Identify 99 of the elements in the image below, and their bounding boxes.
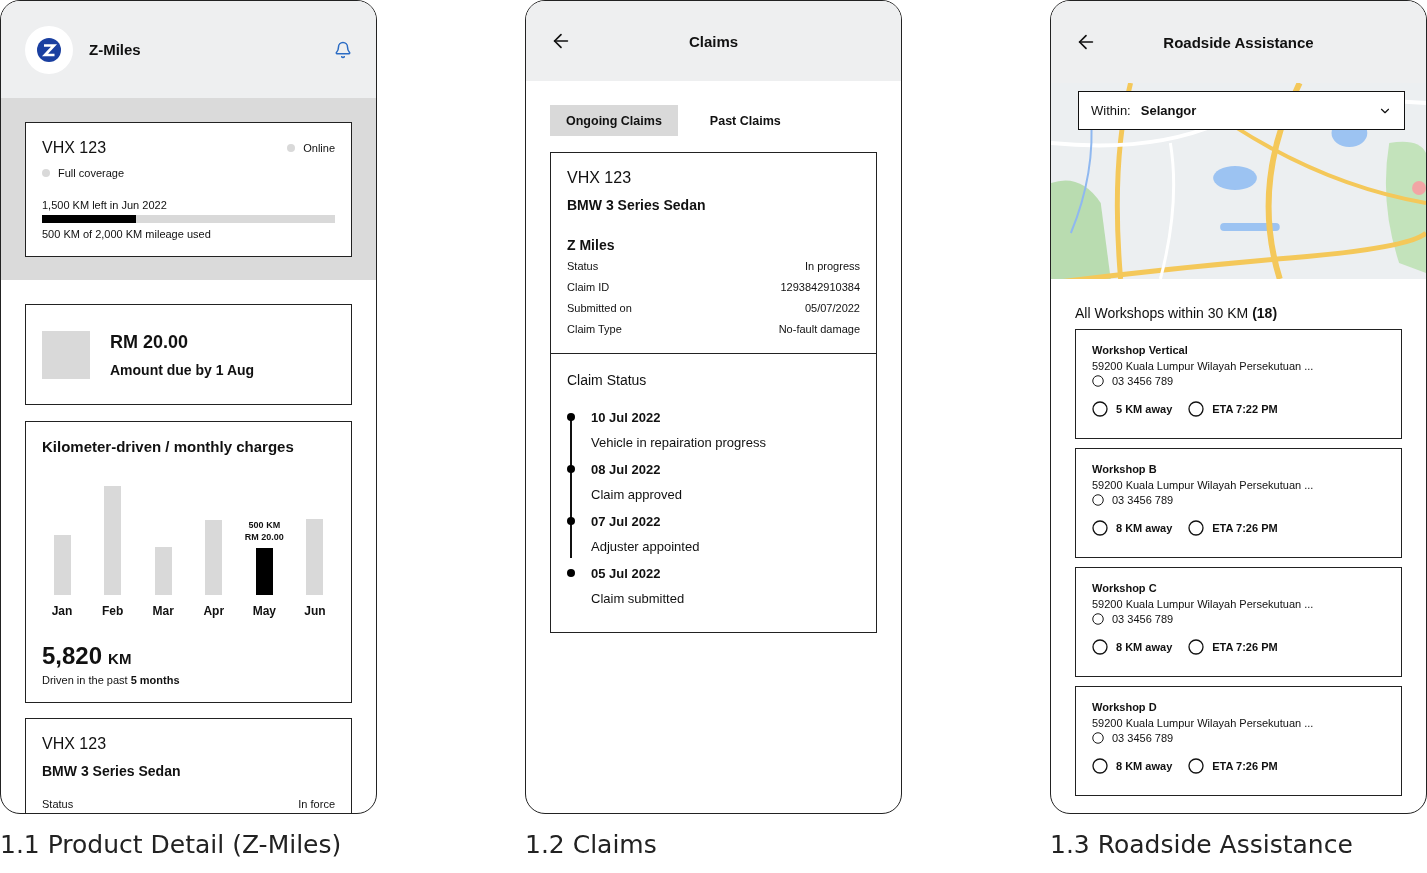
month-label: Apr [203,604,225,618]
month-label: Mar [152,604,174,618]
workshop-card[interactable]: Workshop B 59200 Kuala Lumpur Wilayah Persekutuan ... 03 3456 789 8 KM away ETA 7:26 PM [1075,448,1402,558]
section-title: Claim Status [567,372,648,388]
info-value: In progress [804,259,860,272]
phone-number: 03 3456 789 [1112,732,1174,744]
mileage-used: 500 KM of 2,000 KM mileage used [42,228,212,240]
product-name: Z Miles [567,237,616,253]
circle-icon [1092,613,1104,625]
plate-number: VHX 123 [42,139,107,157]
month-label: May [252,604,277,618]
circle-icon [1188,639,1205,655]
eta-text: ETA 7:26 PM [1212,641,1278,653]
info-value: In force [298,797,335,810]
distance-note: Driven in the past 5 months [42,674,181,686]
workshop-address: 59200 Kuala Lumpur Wilayah Persekutuan ... [1092,479,1315,491]
phone-number: 03 3456 789 [1112,375,1174,387]
workshop-address: 59200 Kuala Lumpur Wilayah Persekutuan ... [1092,360,1315,372]
eta-text: ETA 7:26 PM [1212,760,1278,772]
workshop-address: 59200 Kuala Lumpur Wilayah Persekutuan ... [1092,598,1315,610]
workshop-card[interactable]: Workshop D 59200 Kuala Lumpur Wilayah Persekutuan ... 03 3456 789 8 KM away ETA 7:26 PM [1075,686,1402,796]
info-label: Submitted on [567,301,632,314]
tab[interactable]: Past Claims [693,105,797,136]
event-text: Vehicle in repairation progress [591,435,767,450]
event-date: 10 Jul 2022 [591,410,662,425]
info-value: 05/07/2022 [804,301,860,314]
car-model: BMW 3 Series Sedan [567,197,707,213]
workshop-name: Workshop C [1092,582,1158,594]
mileage-left: 1,500 KM left in Jun 2022 [42,199,168,211]
notification-icon[interactable] [334,40,352,59]
due-date: Amount due by 1 Aug [110,361,255,378]
eta-text: ETA 7:26 PM [1212,522,1278,534]
timeline-dot [567,465,575,473]
circle-icon [1092,401,1108,417]
car-model: BMW 3 Series Sedan [42,763,182,779]
distance-text: 8 KM away [1116,760,1173,772]
workshop-name: Workshop D [1092,701,1158,713]
phone-number: 03 3456 789 [1112,613,1174,625]
event-text: Adjuster appointed [591,539,701,554]
circle-icon [1188,520,1205,536]
distance-text: 5 KM away [1116,403,1173,415]
location-dropdown[interactable]: Within: Selangor [1078,91,1405,130]
circle-icon [1092,639,1108,655]
chart-bar[interactable] [255,548,273,595]
plate-number: VHX 123 [567,169,633,187]
circle-icon [1092,494,1104,506]
circle-icon [1188,401,1205,417]
info-label: Status [567,259,599,272]
tab[interactable]: Ongoing Claims [550,105,678,136]
timeline-dot [567,413,575,421]
timeline-dot [567,569,575,577]
status-dot [42,169,50,177]
bar-value-label: 500 KM [248,519,281,531]
screen-caption: 1.1 Product Detail (Z-Miles) [0,829,342,861]
phone-number: 03 3456 789 [1112,494,1174,506]
workshop-name: Workshop B [1092,463,1158,475]
info-label: Claim ID [567,280,610,293]
plate-number: VHX 123 [42,735,108,753]
circle-icon [1092,375,1104,387]
event-text: Claim approved [591,487,684,502]
coverage-text: Full coverage [58,167,125,179]
screen-caption: 1.2 Claims [525,829,657,861]
status-text: Online [303,142,335,154]
status-dot [287,144,296,152]
event-date: 08 Jul 2022 [591,462,662,477]
workshop-name: Workshop Vertical [1092,344,1189,356]
app-title: Z-Miles [89,41,141,58]
month-label: Feb [101,604,124,618]
circle-icon [1092,758,1108,774]
event-date: 07 Jul 2022 [591,514,662,529]
info-label: Status [42,797,74,810]
bar-value-label: RM 20.00 [244,531,284,543]
screen-title: Roadside Assistance [1163,33,1314,51]
image-placeholder [42,330,90,379]
event-text: Claim submitted [591,591,686,606]
info-value: No-fault damage [778,322,860,335]
workshop-card[interactable]: Workshop Vertical 59200 Kuala Lumpur Wilayah Persekutuan ... 03 3456 789 5 KM away ETA 7:22 PM [1075,329,1402,439]
event-date: 05 Jul 2022 [591,566,662,581]
circle-icon [1092,520,1108,536]
distance-text: 8 KM away [1116,641,1173,653]
workshop-card[interactable]: Workshop C 59200 Kuala Lumpur Wilayah Persekutuan ... 03 3456 789 8 KM away ETA 7:26 PM [1075,567,1402,677]
screen-title: Claims [688,32,739,50]
month-label: Jan [51,604,73,618]
total-distance: 5,820 [42,642,103,670]
distance-text: 8 KM away [1116,522,1173,534]
distance-unit: KM [108,650,132,667]
month-label: Jun [304,604,326,618]
eta-text: ETA 7:22 PM [1212,403,1278,415]
screen-caption: 1.3 Roadside Assistance [1050,829,1353,861]
timeline-dot [567,517,575,525]
logo [25,25,73,74]
chart-title: Kilometer-driven / monthly charges [42,438,295,455]
workshop-address: 59200 Kuala Lumpur Wilayah Persekutuan ... [1092,717,1315,729]
info-label: Claim Type [567,322,622,335]
circle-icon [1188,758,1205,774]
circle-icon [1092,732,1104,744]
list-heading: All Workshops within 30 KM (18) [1075,305,1279,321]
amount-due: RM 20.00 [110,331,190,353]
info-value: 1293842910384 [780,280,860,293]
